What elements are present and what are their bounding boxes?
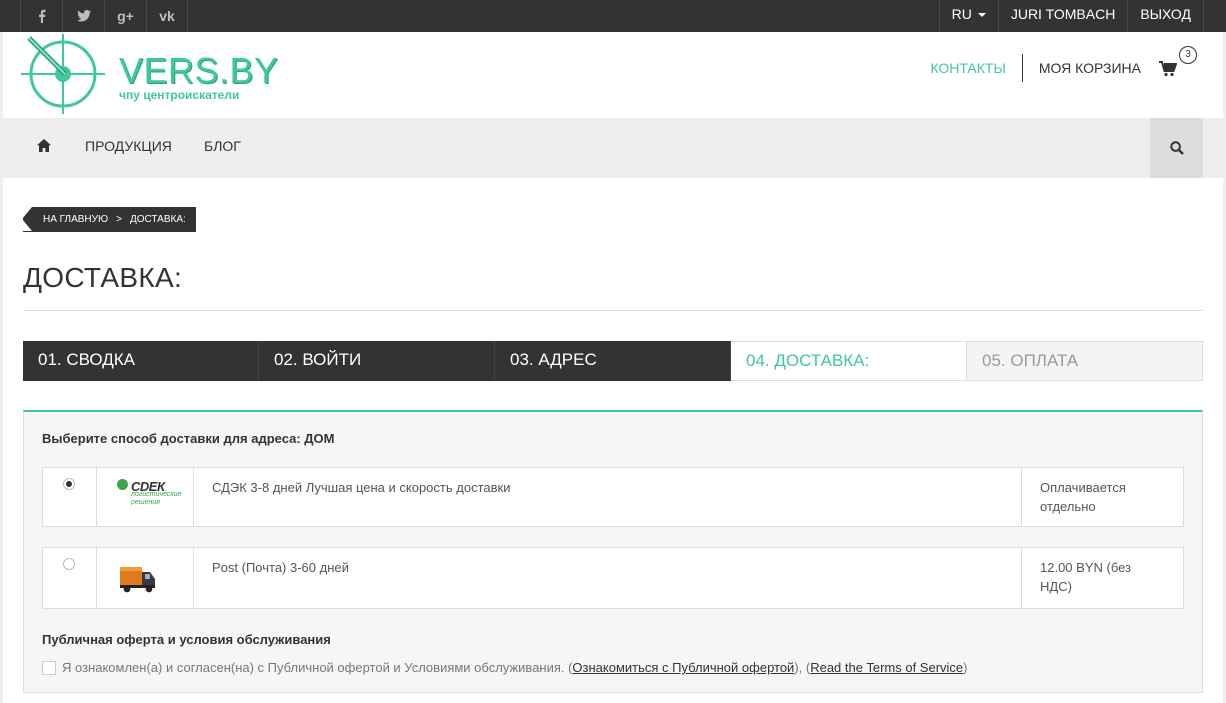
cdek-logo-icon [117, 479, 128, 490]
step-login[interactable]: 02. ВОЙТИ [259, 341, 495, 381]
truck-icon [120, 567, 155, 593]
breadcrumb-separator: > [116, 214, 122, 225]
crosshair-logo-icon [21, 34, 105, 114]
terms-title: Публичная оферта и условия обслуживания [42, 632, 331, 647]
checkout-steps: 01. СВОДКА 02. ВОЙТИ 03. АДРЕС 04. ДОСТА… [23, 341, 1203, 381]
logo-subtitle: чпу центроискатели [119, 88, 240, 102]
delivery-radio-cdek[interactable] [63, 478, 75, 490]
nav-item-products[interactable]: ПРОДУКЦИЯ [85, 138, 172, 154]
terms-agreement: Я ознакомлен(а) и согласен(на) с Публичн… [42, 660, 968, 675]
step-payment: 05. ОПЛАТА [967, 341, 1203, 381]
header-links: КОНТАКТЫ МОЯ КОРЗИНА 3 [930, 46, 1197, 82]
delivery-price: Оплачивается отдельно [1040, 480, 1126, 514]
terms-text-mid: ), ( [794, 660, 811, 675]
my-cart-link[interactable]: МОЯ КОРЗИНА [1023, 54, 1157, 82]
main-nav: ПРОДУКЦИЯ БЛОГ [3, 118, 1223, 178]
delivery-option-cdek[interactable]: СDЕК логистические решения СДЭК 3-8 дней… [42, 467, 1184, 527]
terms-of-service-link[interactable]: Read the Terms of Service [810, 660, 963, 675]
cdek-logo-sub: логистические решения [131, 491, 182, 506]
carrier-logo-cell: СDЕК логистические решения [97, 468, 194, 526]
terms-checkbox[interactable] [42, 660, 56, 675]
top-bar: g+ vk RU JURI TOMBACH ВЫХОД [0, 0, 1226, 32]
cart-count-badge: 3 [1179, 46, 1197, 64]
facebook-icon[interactable] [20, 0, 62, 32]
social-links: g+ vk [20, 0, 188, 32]
vk-icon[interactable]: vk [146, 0, 188, 32]
page-title: ДОСТАВКА: [23, 262, 183, 293]
language-selector[interactable]: RU [938, 0, 998, 32]
twitter-icon[interactable] [62, 0, 104, 32]
radio-cell [43, 548, 97, 608]
breadcrumb-current: ДОСТАВКА: [129, 214, 186, 225]
step-address[interactable]: 03. АДРЕС [495, 341, 731, 381]
public-offer-link[interactable]: Ознакомиться с Публичной офертой [572, 660, 794, 675]
delivery-section-title: Выберите способ доставки для адреса: ДОМ [42, 431, 335, 446]
logout-link[interactable]: ВЫХОД [1127, 0, 1204, 32]
user-account-link[interactable]: JURI TOMBACH [997, 0, 1128, 32]
delivery-options-panel: Выберите способ доставки для адреса: ДОМ… [23, 410, 1203, 693]
vk-glyph: vk [159, 8, 175, 24]
logo-title: VERS.BY [119, 50, 279, 91]
delivery-radio-post[interactable] [63, 558, 75, 570]
terms-text-end: ) [963, 660, 968, 675]
top-right-menu: RU JURI TOMBACH ВЫХОД [938, 0, 1204, 32]
delivery-description: Post (Почта) 3-60 дней [194, 548, 1022, 608]
step-summary[interactable]: 01. СВОДКА [23, 341, 259, 381]
delivery-option-post[interactable]: Post (Почта) 3-60 дней 12.00 BYN (без НД… [42, 547, 1184, 609]
carrier-logo-cell [97, 548, 194, 608]
breadcrumb-home[interactable]: НА ГЛАВНУЮ [43, 214, 108, 225]
google-plus-glyph: g+ [117, 8, 134, 24]
cart-icon [1159, 61, 1177, 77]
search-icon [1170, 141, 1184, 155]
google-plus-icon[interactable]: g+ [104, 0, 146, 32]
step-delivery: 04. ДОСТАВКА: [731, 341, 967, 381]
caret-down-icon [977, 13, 986, 18]
delivery-description: СДЭК 3-8 дней Лучшая цена и скорость дос… [194, 468, 1022, 526]
nav-item-blog[interactable]: БЛОГ [204, 138, 241, 154]
delivery-price: 12.00 BYN (без НДС) [1040, 560, 1132, 594]
breadcrumb: НА ГЛАВНУЮ > ДОСТАВКА: [22, 207, 196, 232]
cart-button[interactable]: 3 [1157, 46, 1197, 82]
language-label: RU [951, 6, 972, 22]
search-button[interactable] [1150, 118, 1203, 178]
header: VERS.BY чпу центроискатели КОНТАКТЫ МОЯ … [3, 32, 1223, 118]
home-icon[interactable] [37, 139, 51, 157]
cdek-logo: СDЕК логистические решения [117, 477, 189, 509]
radio-cell [43, 468, 97, 526]
title-divider [23, 310, 1203, 311]
site-logo[interactable]: VERS.BY чпу центроискатели [21, 34, 278, 116]
terms-text: Я ознакомлен(а) и согласен(на) с Публичн… [62, 660, 573, 675]
contacts-link[interactable]: КОНТАКТЫ [930, 54, 1022, 82]
